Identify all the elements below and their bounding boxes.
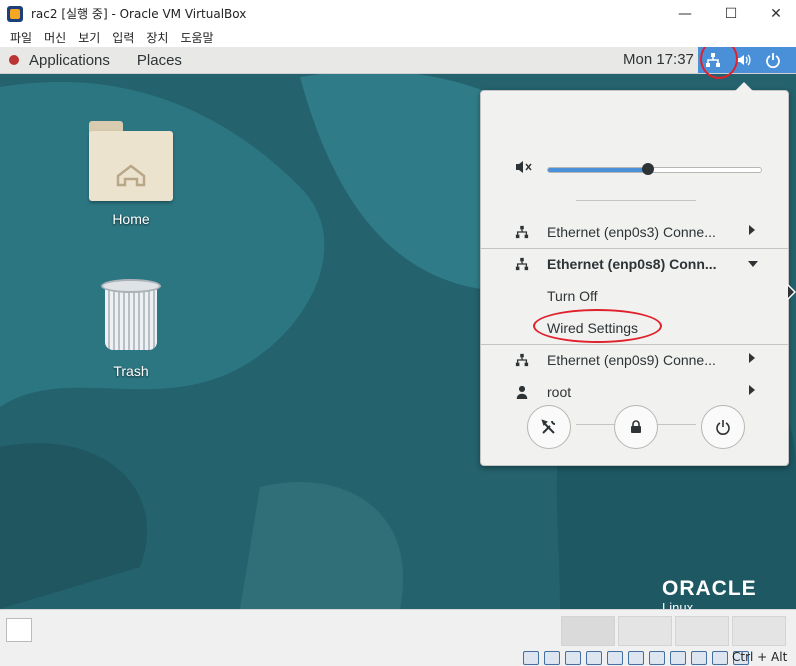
- applications-menu[interactable]: Applications: [29, 52, 110, 69]
- wired-network-icon: [515, 353, 529, 367]
- minimize-button[interactable]: —: [662, 0, 708, 27]
- menu-devices[interactable]: 장치: [140, 29, 174, 46]
- wired-network-icon: [515, 257, 529, 271]
- status-segment: [618, 616, 672, 646]
- host-menubar: 파일 머신 보기 입력 장치 도움말: [0, 27, 796, 47]
- connection-label: Ethernet (enp0s9) Conne...: [547, 352, 716, 368]
- maximize-button[interactable]: ☐: [708, 0, 754, 27]
- guest-display[interactable]: Applications Places Mon 17:37 Home Trash…: [0, 47, 796, 609]
- vm-device-icons: [523, 651, 754, 665]
- connection-label: Ethernet (enp0s3) Conne...: [547, 224, 716, 240]
- cpu-icon[interactable]: [691, 651, 707, 665]
- wired-network-icon: [515, 225, 529, 239]
- places-menu[interactable]: Places: [137, 52, 182, 69]
- recording-icon[interactable]: [670, 651, 686, 665]
- applications-icon: [9, 55, 19, 65]
- power-icon[interactable]: [758, 47, 788, 73]
- trash-label: Trash: [113, 363, 149, 379]
- volume-muted-icon: [516, 161, 532, 173]
- virtualbox-icon: [7, 5, 23, 22]
- desktop-trash[interactable]: Trash: [84, 279, 178, 379]
- user-icon: [516, 385, 528, 399]
- audio-icon[interactable]: [565, 651, 581, 665]
- annotation-circle-wired-settings: [533, 309, 662, 343]
- close-button[interactable]: ✕: [753, 0, 796, 27]
- turn-off-item[interactable]: Turn Off: [481, 280, 788, 312]
- harddisk-icon[interactable]: [523, 651, 539, 665]
- desktop-home[interactable]: Home: [84, 121, 178, 227]
- lock-button[interactable]: [614, 405, 658, 449]
- menu-machine[interactable]: 머신: [38, 29, 72, 46]
- usb-icon[interactable]: [607, 651, 623, 665]
- mouse-integration-icon[interactable]: [712, 651, 728, 665]
- connection-label: Ethernet (enp0s8) Conn...: [547, 256, 717, 272]
- lock-icon: [631, 420, 641, 433]
- turn-off-label: Turn Off: [547, 288, 598, 304]
- power-icon: [716, 420, 730, 435]
- separator: [576, 200, 696, 201]
- status-segment: [675, 616, 729, 646]
- oracle-logo: ORACLE: [662, 577, 757, 600]
- volume-knob[interactable]: [642, 163, 655, 175]
- network-connection-enp0s8[interactable]: Ethernet (enp0s8) Conn...: [481, 248, 788, 280]
- optical-drive-icon[interactable]: [544, 651, 560, 665]
- settings-button[interactable]: [527, 405, 571, 449]
- shared-folder-icon[interactable]: [628, 651, 644, 665]
- mouse-cursor-icon: [787, 284, 796, 300]
- settings-icon: [541, 419, 556, 434]
- gnome-top-bar: Applications Places Mon 17:37: [0, 47, 796, 74]
- display-icon[interactable]: [649, 651, 665, 665]
- system-menu: Ethernet (enp0s3) Conne... Ethernet (enp…: [480, 82, 789, 466]
- trash-icon: [101, 279, 161, 351]
- power-off-button[interactable]: [701, 405, 745, 449]
- menu-input[interactable]: 입력: [106, 29, 140, 46]
- network-connection-enp0s3[interactable]: Ethernet (enp0s3) Conne...: [481, 216, 788, 248]
- chevron-down-icon: [748, 261, 758, 267]
- chevron-right-icon: [749, 385, 755, 395]
- oracle-logo-sub: Linux: [662, 600, 694, 609]
- volume-slider[interactable]: [547, 163, 762, 175]
- menu-file[interactable]: 파일: [4, 29, 38, 46]
- user-menu-item[interactable]: root: [481, 376, 788, 408]
- home-label: Home: [112, 211, 150, 227]
- user-label: root: [547, 384, 572, 400]
- status-segment: [561, 616, 615, 646]
- window-title: rac2 [실행 중] - Oracle VM VirtualBox: [31, 7, 247, 21]
- network-adapter-icon[interactable]: [586, 651, 602, 665]
- network-connection-enp0s9[interactable]: Ethernet (enp0s9) Conne...: [481, 344, 788, 376]
- window-title-bar: rac2 [실행 중] - Oracle VM VirtualBox — ☐ ✕: [0, 0, 796, 27]
- chevron-right-icon: [749, 353, 755, 363]
- host-key-label: Ctrl + Alt: [732, 650, 788, 664]
- menu-help[interactable]: 도움말: [174, 29, 219, 46]
- volume-fill: [548, 168, 649, 172]
- status-segment: [732, 616, 786, 646]
- clock[interactable]: Mon 17:37: [623, 51, 694, 68]
- chevron-right-icon: [749, 225, 755, 235]
- folder-home-icon: [89, 121, 173, 201]
- minimize-guest-icon[interactable]: [6, 618, 32, 642]
- host-status-bar: Ctrl + Alt: [0, 609, 796, 666]
- menu-view[interactable]: 보기: [72, 29, 106, 46]
